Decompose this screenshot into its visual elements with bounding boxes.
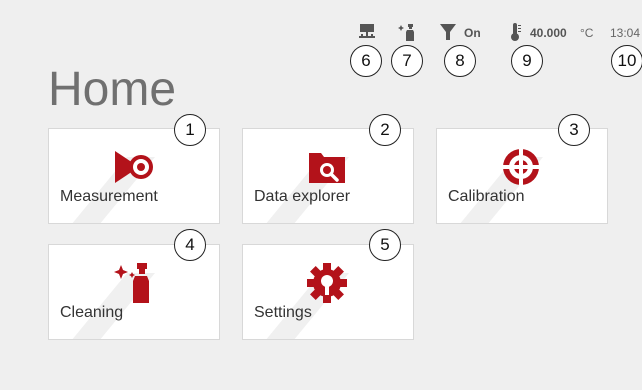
tile-label: Cleaning	[60, 304, 124, 321]
network-icon[interactable]	[357, 22, 377, 42]
thermometer-icon[interactable]	[505, 22, 525, 42]
temperature-value: 40.000	[530, 26, 567, 40]
callout-7: 7	[391, 45, 423, 77]
callout-10: 10	[611, 45, 642, 77]
tile-label: Settings	[254, 304, 312, 321]
status-bar: On 40.000 °C 13:04	[0, 0, 642, 50]
callout-9: 9	[511, 45, 543, 77]
filter-icon[interactable]	[438, 22, 458, 42]
callout-3: 3	[558, 114, 590, 146]
callout-8: 8	[444, 45, 476, 77]
filter-state: On	[464, 26, 481, 40]
settings-icon	[307, 263, 347, 303]
page-title: Home	[48, 63, 177, 116]
callout-2: 2	[369, 114, 401, 146]
tile-label: Calibration	[448, 188, 525, 205]
cleaning-status-icon[interactable]	[397, 22, 417, 42]
measurement-icon	[115, 151, 153, 183]
cleaning-icon	[114, 263, 149, 303]
temperature-unit: °C	[580, 26, 594, 40]
tile-label: Measurement	[60, 188, 158, 205]
data-explorer-icon	[309, 153, 345, 183]
clock: 13:04	[610, 26, 641, 40]
callout-5: 5	[369, 229, 401, 261]
tile-label: Data explorer	[254, 188, 351, 205]
callout-6: 6	[350, 45, 382, 77]
callout-4: 4	[174, 229, 206, 261]
calibration-icon	[501, 147, 541, 187]
callout-1: 1	[174, 114, 206, 146]
